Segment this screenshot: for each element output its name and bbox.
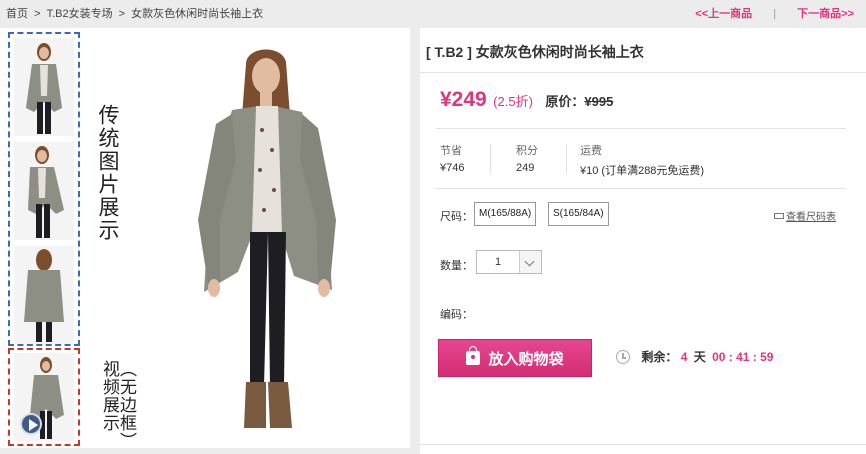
- clock-icon: [616, 350, 630, 364]
- top-bar: 首页 > T.B2女装专场 > 女款灰色休闲时尚长袖上衣 <<上一商品 | 下一…: [0, 0, 866, 24]
- stats-divider: [436, 188, 846, 189]
- shopping-bag-icon: [466, 346, 481, 365]
- countdown-time: 00 : 41 : 59: [712, 350, 774, 364]
- model-thumbnail-image: [14, 142, 74, 240]
- breadcrumb-separator: >: [34, 8, 41, 20]
- points-stat: 积分 249: [516, 142, 538, 174]
- thumbnail-list: [8, 32, 80, 346]
- video-gallery-label: （无边框）视频展示: [99, 360, 136, 450]
- countdown-label: 剩余：: [641, 350, 678, 364]
- quantity-label: 数量：: [440, 260, 473, 272]
- shipping-value: ¥10 (订单满288元免运费): [580, 165, 705, 177]
- countdown-days: 4: [680, 350, 688, 364]
- quantity-value: 1: [495, 256, 502, 268]
- breadcrumb-home[interactable]: 首页: [6, 8, 28, 20]
- original-price: ¥995: [584, 94, 614, 109]
- breadcrumb-separator: >: [118, 8, 126, 20]
- size-option-s[interactable]: S(165/84A): [548, 202, 609, 226]
- add-to-cart-button[interactable]: 放入购物袋: [438, 339, 592, 377]
- points-label: 积分: [516, 145, 538, 157]
- ruler-icon: [774, 213, 784, 219]
- thumbnail-back[interactable]: [14, 246, 74, 344]
- product-info-panel: [ T.B2 ] 女款灰色休闲时尚长袖上衣 ¥249 (2.5折) 原价：¥99…: [420, 28, 866, 454]
- model-thumbnail-image: [14, 38, 74, 136]
- breadcrumb-category[interactable]: T.B2女装专场: [47, 8, 113, 20]
- original-price-label: 原价：: [545, 94, 585, 109]
- stat-divider: [490, 144, 491, 174]
- model-thumbnail-image: [14, 246, 74, 344]
- main-product-image[interactable]: [150, 40, 390, 440]
- product-code-label: 编码：: [440, 309, 473, 321]
- model-photo: [150, 40, 390, 440]
- quantity-select[interactable]: 1: [476, 250, 542, 274]
- chevron-down-icon[interactable]: [519, 251, 541, 273]
- bottom-divider: [420, 444, 866, 445]
- size-chart-link[interactable]: 查看尺码表: [774, 208, 836, 223]
- countdown-timer: 剩余： 4 天 00 : 41 : 59: [616, 348, 773, 365]
- video-thumbnail[interactable]: [14, 353, 74, 441]
- breadcrumb-current: 女款灰色休闲时尚长袖上衣: [131, 8, 264, 20]
- points-value: 249: [516, 162, 535, 174]
- product-gallery: 传统图片展示 （无边框）视频展示: [0, 28, 410, 450]
- pager-divider: |: [773, 8, 777, 20]
- prev-product-link[interactable]: <<上一商品: [695, 8, 752, 20]
- shipping-label: 运费: [580, 145, 602, 157]
- breadcrumb: 首页 > T.B2女装专场 > 女款灰色休闲时尚长袖上衣: [6, 5, 263, 21]
- play-icon[interactable]: [20, 413, 42, 435]
- savings-label: 节省: [440, 145, 462, 157]
- savings-value: ¥746: [440, 162, 465, 174]
- thumbnail-side[interactable]: [14, 142, 74, 240]
- countdown-days-unit: 天: [693, 350, 706, 364]
- shipping-stat: 运费 ¥10 (订单满288元免运费): [580, 142, 704, 178]
- product-pager: <<上一商品 | 下一商品>>: [695, 5, 854, 21]
- title-divider: [420, 72, 866, 73]
- price-divider: [436, 128, 846, 129]
- price-stats: 节省 ¥746 积分 249 运费 ¥10 (订单满288元免运费): [440, 142, 840, 182]
- product-title: [ T.B2 ] 女款灰色休闲时尚长袖上衣: [426, 44, 644, 60]
- video-thumbnail-box: [8, 348, 80, 446]
- price-row: ¥249 (2.5折) 原价：¥995: [440, 88, 613, 112]
- thumbnail-front[interactable]: [14, 38, 74, 136]
- sale-price: ¥249: [440, 88, 487, 111]
- next-product-link[interactable]: 下一商品>>: [797, 8, 854, 20]
- add-to-cart-label: 放入购物袋: [488, 350, 564, 368]
- size-label: 尺码：: [440, 211, 473, 223]
- traditional-gallery-label: 传统图片展示: [96, 104, 120, 242]
- stat-divider: [566, 144, 567, 174]
- savings-stat: 节省 ¥746: [440, 142, 464, 174]
- discount-rate: (2.5折): [493, 94, 533, 109]
- size-chart-label: 查看尺码表: [786, 212, 836, 223]
- size-option-m[interactable]: M(165/88A): [474, 202, 537, 226]
